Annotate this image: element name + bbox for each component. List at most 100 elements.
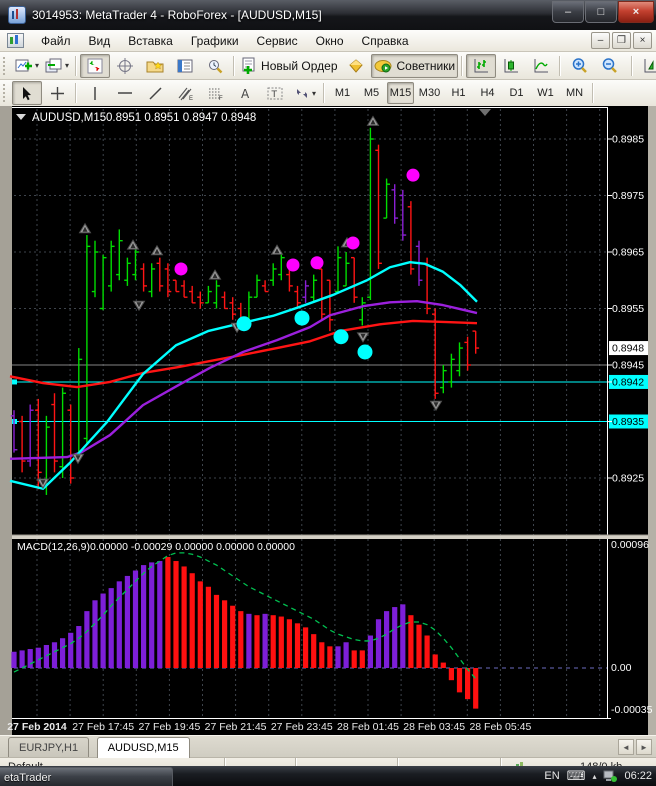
- macd-scale-bottom: -0.00035: [611, 704, 653, 716]
- crosshair-button[interactable]: [42, 81, 72, 105]
- macd-bar: [311, 634, 317, 668]
- menu-item-Справка[interactable]: Справка: [353, 32, 418, 50]
- taskbar-clock[interactable]: 06:22: [624, 770, 652, 782]
- timeframe-button-M5[interactable]: M5: [358, 82, 385, 104]
- cursor-button[interactable]: [12, 81, 42, 105]
- text-label-button[interactable]: T: [260, 81, 290, 105]
- bar-chart-button[interactable]: [466, 53, 497, 78]
- mdi-close-button[interactable]: ×: [633, 32, 652, 49]
- keyboard-icon[interactable]: ⌨: [567, 769, 586, 784]
- panel-splitter[interactable]: [12, 535, 648, 539]
- mdi-restore-button[interactable]: ❐: [612, 32, 631, 49]
- app-logo-icon: [8, 6, 26, 24]
- new-order-button[interactable]: Новый Ордер: [238, 54, 340, 78]
- macd-bar: [319, 642, 325, 668]
- timeframe-button-H4[interactable]: H4: [474, 82, 501, 104]
- time-axis-label[interactable]: 28 Feb 05:45: [469, 721, 531, 733]
- tab-scroll-right-icon[interactable]: ►: [636, 739, 652, 755]
- vertical-line-button[interactable]: [80, 81, 110, 105]
- time-axis-label[interactable]: 27 Feb 21:45: [205, 721, 267, 733]
- time-axis-label[interactable]: 27 Feb 19:45: [138, 721, 200, 733]
- terminal-button[interactable]: [170, 54, 200, 78]
- candlestick-chart-button[interactable]: [496, 54, 526, 78]
- arrows-shapes-button[interactable]: ▾: [290, 81, 320, 105]
- menu-item-Вид[interactable]: Вид: [80, 32, 120, 50]
- indicators-button[interactable]: [636, 54, 656, 78]
- macd-bar: [173, 561, 179, 668]
- tray-expand-icon[interactable]: ▴: [592, 772, 596, 781]
- time-axis-label[interactable]: 28 Feb 03:45: [403, 721, 465, 733]
- zoom-in-button[interactable]: [564, 54, 594, 78]
- buy-signal-dot: [333, 329, 349, 345]
- market-watch-button[interactable]: [80, 53, 111, 78]
- chart-tab-AUDUSD,M15[interactable]: AUDUSD,M15: [96, 737, 190, 758]
- maximize-button[interactable]: □: [585, 1, 617, 23]
- data-window-button[interactable]: [110, 54, 140, 78]
- profiles-button[interactable]: ▾: [42, 54, 72, 78]
- time-axis-label[interactable]: 27 Feb 17:45: [72, 721, 134, 733]
- chart-tab-EURJPY,H1[interactable]: EURJPY,H1: [8, 737, 90, 758]
- macd-bar: [392, 607, 398, 668]
- toolbar-grip[interactable]: [3, 56, 9, 75]
- language-indicator[interactable]: EN: [544, 770, 559, 782]
- toolbar-grip[interactable]: [3, 84, 9, 102]
- timeframe-button-D1[interactable]: D1: [503, 82, 530, 104]
- macd-bar: [141, 565, 147, 668]
- metaeditor-button[interactable]: [341, 54, 371, 78]
- expert-advisors-button[interactable]: Советники: [370, 53, 459, 78]
- tray-network-icon[interactable]: [603, 770, 618, 782]
- tab-scroll-left-icon[interactable]: ◄: [618, 739, 634, 755]
- mdi-minimize-button[interactable]: –: [591, 32, 610, 49]
- time-axis-label[interactable]: 28 Feb 01:45: [337, 721, 399, 733]
- macd-bar: [84, 611, 90, 668]
- menu-item-Окно[interactable]: Окно: [307, 32, 353, 50]
- timeframe-button-M30[interactable]: M30: [416, 82, 443, 104]
- price-tick-label: 0.8955: [612, 303, 644, 315]
- macd-bar: [303, 627, 309, 668]
- macd-bar: [189, 573, 195, 668]
- macd-bar: [238, 611, 244, 668]
- macd-bar: [254, 615, 260, 668]
- menu-item-Файл[interactable]: Файл: [32, 32, 80, 50]
- text-button[interactable]: A: [230, 81, 260, 105]
- macd-bar: [384, 611, 390, 668]
- chart-menu-icon[interactable]: [7, 33, 24, 48]
- macd-bar: [124, 575, 130, 668]
- menu-item-Вставка[interactable]: Вставка: [119, 32, 182, 50]
- equidistant-channel-button[interactable]: E: [170, 81, 200, 105]
- new-chart-button[interactable]: ▾: [12, 54, 42, 78]
- macd-bar: [400, 604, 406, 668]
- macd-bar: [424, 635, 430, 668]
- timeframe-group: M1 M5 M15 M30 H1 H4 D1 W1 MN: [328, 82, 589, 104]
- time-axis-label[interactable]: 27 Feb 2014: [7, 721, 67, 733]
- macd-bar: [149, 562, 155, 668]
- navigator-button[interactable]: [140, 54, 170, 78]
- left-edge-strip: [0, 106, 12, 736]
- fibonacci-button[interactable]: F: [200, 81, 230, 105]
- timeframe-button-H1[interactable]: H1: [445, 82, 472, 104]
- title-bar[interactable]: 3014953: MetaTrader 4 - RoboForex - [AUD…: [0, 0, 656, 30]
- macd-indicator-label: MACD(12,26,9): [17, 541, 90, 553]
- macd-bar: [465, 668, 471, 700]
- taskbar-app-button[interactable]: etaTrader: [0, 767, 173, 786]
- timeframe-button-M1[interactable]: M1: [329, 82, 356, 104]
- tab-container: EURJPY,H1 AUDUSD,M15: [0, 736, 656, 758]
- zoom-out-button[interactable]: [594, 54, 624, 78]
- strategy-tester-button[interactable]: [200, 54, 230, 78]
- line-chart-button[interactable]: [526, 54, 556, 78]
- trendline-button[interactable]: [140, 81, 170, 105]
- time-axis-label[interactable]: 27 Feb 23:45: [271, 721, 333, 733]
- minimize-button[interactable]: –: [552, 1, 584, 23]
- timeframe-button-W1[interactable]: W1: [532, 82, 559, 104]
- chart-tab-bar: EURJPY,H1 AUDUSD,M15 ◄ ►: [0, 735, 656, 758]
- timeframe-button-MN[interactable]: MN: [561, 82, 588, 104]
- menu-item-Сервис[interactable]: Сервис: [248, 32, 307, 50]
- timeframe-button-M15[interactable]: M15: [387, 82, 414, 104]
- chart-canvas[interactable]: 0.8985 0.8975 0.8965 0.8955 0.8945 0.8925 0.89…: [0, 106, 656, 736]
- close-button[interactable]: ×: [618, 1, 654, 23]
- horizontal-line-button[interactable]: [110, 81, 140, 105]
- macd-bar: [335, 646, 341, 668]
- macd-bar: [11, 651, 17, 668]
- macd-bar: [448, 668, 454, 681]
- menu-item-Графики[interactable]: Графики: [182, 32, 248, 50]
